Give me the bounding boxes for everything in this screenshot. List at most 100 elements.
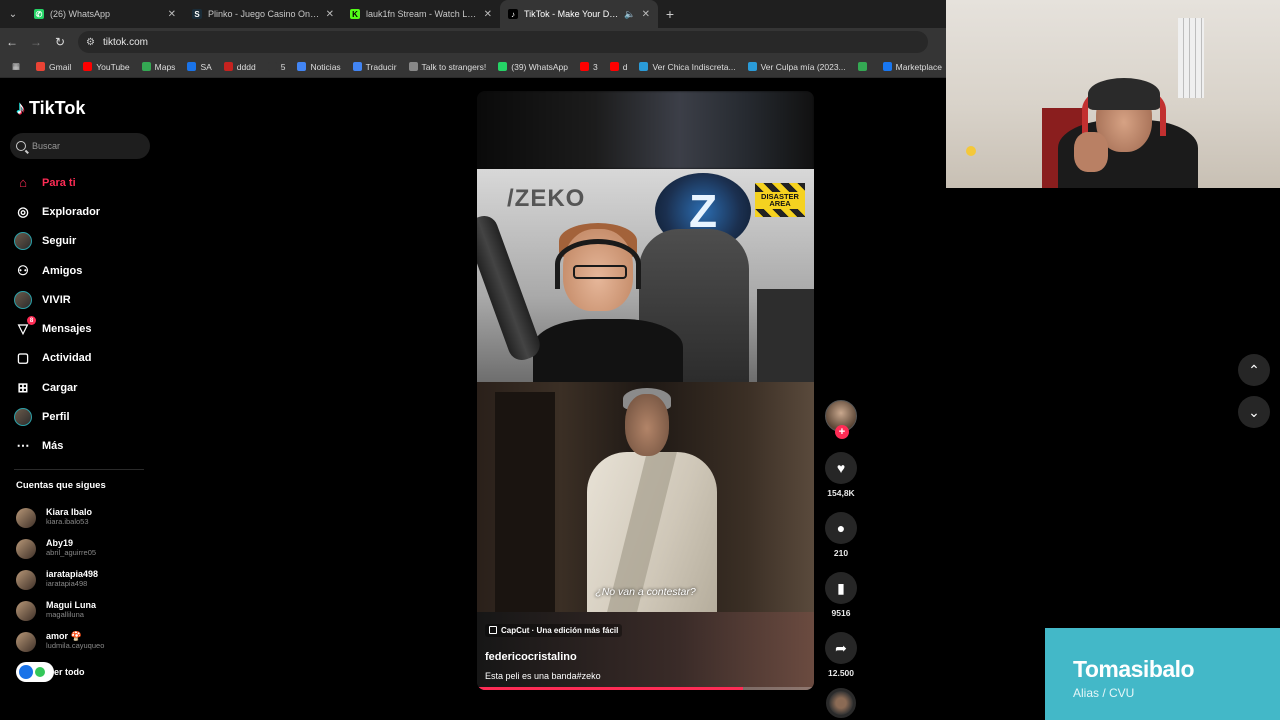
tab-label: Plinko - Juego Casino Online St — [208, 9, 320, 19]
bookmark-item[interactable]: 3 — [574, 62, 604, 72]
video-description: Esta peli es una banda#zeko — [485, 671, 601, 681]
tab-plinko[interactable]: S Plinko - Juego Casino Online St ✕ — [184, 0, 342, 28]
comment-action[interactable]: ● 210 — [823, 512, 859, 558]
address-bar[interactable]: ⚙ tiktok.com — [78, 31, 928, 53]
bookmark-item[interactable]: dddd — [218, 62, 262, 72]
bookmark-item[interactable]: SA — [181, 62, 217, 72]
nav-item-actividad[interactable]: ▢ Actividad — [14, 344, 154, 373]
nav-label: Seguir — [42, 235, 77, 248]
creator-avatar[interactable]: + — [825, 400, 857, 439]
close-icon[interactable]: ✕ — [484, 9, 492, 20]
previous-video-button[interactable]: ⌃ — [1238, 354, 1270, 386]
followed-account[interactable]: amor 🍄 ludmila.cayuqueo — [16, 626, 156, 657]
nav-label: Actividad — [42, 352, 92, 365]
followed-account[interactable]: Kiara Ibalo kiara.ibalo53 — [16, 502, 156, 533]
back-button[interactable]: ← — [0, 28, 24, 56]
bookmark-item[interactable]: Traducir — [347, 62, 403, 72]
close-icon[interactable]: ✕ — [642, 9, 650, 20]
music-disc-icon[interactable] — [826, 688, 856, 718]
stream-clip: /ZEKO Z DISASTER AREA — [477, 169, 814, 382]
followed-account[interactable]: Aby19 abril_aguirre05 — [16, 533, 156, 564]
capcut-tag[interactable]: CapCut · Una edición más fácil — [485, 623, 623, 637]
search-box[interactable] — [10, 133, 150, 159]
bookmark-icon[interactable]: ▮ — [825, 572, 857, 604]
bookmark-favicon-icon — [223, 62, 233, 71]
more-icon: ⋯ — [16, 438, 30, 454]
bookmark-label: Marketplace — [895, 61, 942, 72]
video-player[interactable]: /ZEKO Z DISASTER AREA ¿No van a contesta… — [477, 91, 814, 690]
search-input[interactable] — [32, 141, 142, 151]
bookmark-item[interactable]: (39) WhatsApp — [492, 62, 574, 72]
bookmark-item[interactable]: Gmail — [30, 62, 77, 72]
bookmark-item[interactable]: YouTube — [77, 62, 135, 72]
browser-tabbar: ⌄ ✆ (26) WhatsApp ✕ S Plinko - Juego Cas… — [0, 0, 946, 28]
nav-item-seguir[interactable]: Seguir — [14, 227, 154, 256]
bookmark-favicon-icon — [187, 62, 197, 71]
actor-head — [625, 394, 669, 456]
followed-account[interactable]: Magui Luna magalliluna — [16, 595, 156, 626]
followed-account[interactable]: iaratapia498 iaratapia498 — [16, 564, 156, 595]
avatar — [16, 600, 36, 621]
bookmark-item[interactable]: Ver Chica Indiscreta... — [633, 62, 741, 72]
account-names: amor 🍄 ludmila.cayuqueo — [46, 632, 104, 651]
nav-item-amigos[interactable]: ⚇ Amigos — [14, 256, 154, 285]
bookmark-favicon-icon — [297, 62, 307, 71]
speaker-icon[interactable]: 🔈 — [624, 9, 635, 20]
nav-item-mensajes[interactable]: ▽ 8 Mensajes — [14, 314, 154, 343]
nav-item-vivir[interactable]: VIVIR — [14, 285, 154, 314]
bookmark-label: Ver Culpa mía (2023... — [760, 61, 846, 72]
nav-label: Mensajes — [42, 323, 92, 336]
messages-icon: ▽ 8 — [14, 316, 36, 338]
new-tab-button[interactable]: + — [658, 6, 682, 22]
video-author[interactable]: federicocristalino — [485, 651, 805, 663]
bookmark-label: (39) WhatsApp — [511, 61, 568, 72]
bookmark-item[interactable] — [852, 62, 877, 71]
bookmark-favicon-icon — [747, 62, 757, 71]
tab-whatsapp[interactable]: ✆ (26) WhatsApp ✕ — [26, 0, 184, 28]
progress-fill — [477, 687, 744, 690]
next-video-button[interactable]: ⌄ — [1238, 396, 1270, 428]
nav-item-explorador[interactable]: ◎ Explorador — [14, 197, 154, 226]
tab-tiktok[interactable]: ♪ TikTok - Make Your Day 🔈 ✕ — [500, 0, 658, 28]
reload-button[interactable]: ↻ — [48, 28, 72, 56]
see-all-button[interactable]: er todo — [16, 662, 85, 682]
bookmark-item[interactable]: Maps — [136, 62, 182, 72]
video-progress-bar[interactable] — [477, 687, 814, 690]
nav-item-más[interactable]: ⋯ Más — [14, 432, 154, 461]
like-action[interactable]: ♥ 154,8K — [823, 452, 859, 498]
site-info-icon[interactable]: ⚙ — [86, 37, 95, 48]
save-action[interactable]: ▮ 9516 — [823, 572, 859, 618]
bookmark-favicon-icon — [141, 62, 151, 71]
nav-item-perfil[interactable]: Perfil — [14, 402, 154, 431]
tiktok-logo[interactable]: ♪ TikTok — [16, 98, 85, 119]
bookmark-label: Traducir — [365, 61, 397, 72]
bookmark-item[interactable]: 5 — [262, 62, 292, 72]
share-action[interactable]: ➦ 12.500 — [823, 632, 859, 678]
bookmark-item[interactable]: Noticias — [291, 62, 346, 72]
bookmark-item[interactable]: Marketplace — [877, 62, 948, 72]
bookmark-item[interactable]: Talk to strangers! — [403, 62, 493, 72]
nav-label: VIVIR — [42, 293, 71, 306]
tab-kick[interactable]: K lauk1fn Stream - Watch Live on ✕ — [342, 0, 500, 28]
like-count: 154,8K — [827, 488, 855, 498]
heart-icon[interactable]: ♥ — [825, 452, 857, 484]
comment-icon[interactable]: ● — [825, 512, 857, 544]
account-handle: magalliluna — [46, 610, 84, 620]
nav-item-para-ti[interactable]: ⌂ Para ti — [14, 168, 154, 197]
account-handle: iaratapia498 — [46, 579, 88, 589]
close-icon[interactable]: ✕ — [326, 9, 334, 20]
bookmark-favicon-icon — [498, 62, 508, 71]
apps-icon[interactable]: ▦ — [6, 61, 30, 72]
bookmark-item[interactable]: d — [604, 62, 634, 72]
bookmark-item[interactable]: Ver Culpa mía (2023... — [742, 62, 852, 72]
share-icon[interactable]: ➦ — [825, 632, 857, 664]
streamer-hand — [1074, 132, 1108, 172]
close-icon[interactable]: ✕ — [168, 9, 176, 20]
chevron-up-icon: ⌃ — [1248, 361, 1260, 378]
extension-pill[interactable] — [16, 662, 54, 682]
follow-plus-icon[interactable]: + — [835, 425, 849, 439]
forward-button[interactable]: → — [24, 28, 48, 56]
nav-item-cargar[interactable]: ⊞ Cargar — [14, 373, 154, 402]
tab-search-button[interactable]: ⌄ — [0, 0, 26, 28]
tab-label: TikTok - Make Your Day — [524, 9, 619, 19]
